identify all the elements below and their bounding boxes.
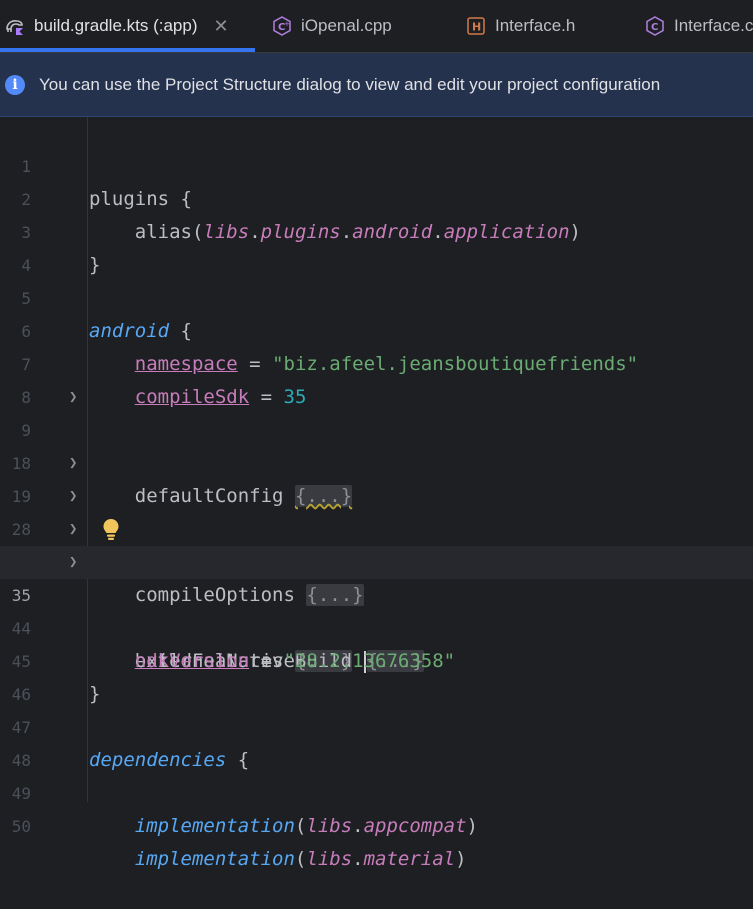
code-text: implementation(libs.material) [134,848,467,870]
code-line: 2 alias(libs.plugins.android.application… [0,150,753,243]
tab-label: iOpenal.cpp [301,16,392,35]
code-line: 32 ❯ buildFeatures {...} [0,513,753,672]
token: appcompat [363,815,467,837]
editor-tab-bar: build.gradle.kts (:app) ✕ C + iOpenal.cp… [0,0,753,53]
code-line: 19 ❯ buildTypes {...} [0,447,753,573]
tab-label: build.gradle.kts (:app) [34,16,198,35]
banner-text: You can use the Project Structure dialog… [39,74,661,94]
tab-label: Interface.h [495,16,576,35]
code-line: 28 ❯ compileOptions {...} [0,480,753,606]
code-line: 47 dependencies { [0,678,753,771]
code-line: 18 [0,414,753,473]
token: libs [306,848,353,870]
lightbulb-icon[interactable] [102,518,120,542]
info-icon: i [5,74,25,95]
current-code-line: 35 ❯ externalNativeBuild {...} [0,546,753,673]
code-text: implementation(libs.appcompat) [134,815,478,837]
tab-build-gradle[interactable]: build.gradle.kts (:app) ✕ [4,0,229,52]
chevron-right-icon[interactable]: ❯ [69,381,77,414]
token: implementation [134,848,295,870]
header-file-icon: H [467,17,485,35]
chevron-right-icon[interactable]: ❯ [69,480,77,513]
code-line: 50 implementation(libs.material) [0,777,753,870]
gradle-kotlin-icon [6,20,24,36]
code-line: 7 compileSdk = 35 [0,315,753,408]
chevron-right-icon[interactable]: ❯ [69,546,77,579]
tab-interface-c[interactable]: C Interface.c [644,0,753,52]
chevron-right-icon[interactable]: ❯ [69,447,77,480]
tab-interface-h[interactable]: H Interface.h [465,0,575,52]
code-line: 4 [0,216,753,275]
svg-text:H: H [472,21,481,34]
code-line: 5 android { [0,249,753,342]
close-icon[interactable]: ✕ [213,16,228,37]
code-line: 3 } [0,183,753,276]
svg-text:C: C [651,22,658,33]
code-line: 44 ndkVersion = "28.2.13676358" [0,579,753,672]
cpp-file-icon: C + [273,16,291,36]
code-line: 9 ❯ defaultConfig {...} [0,381,753,507]
tab-iopenal-cpp[interactable]: C + iOpenal.cpp [271,0,392,52]
code-line: 48 [0,711,753,770]
code-line: 49 implementation(libs.appcompat) [0,744,753,837]
code-line: 46 [0,645,753,704]
info-banner: i You can use the Project Structure dial… [0,53,753,117]
code-line: 6 namespace = "biz.afeel.jeansboutiquefr… [0,282,753,375]
chevron-right-icon[interactable]: ❯ [69,513,77,546]
svg-text:+: + [284,20,290,28]
line-number: 50 [11,817,31,836]
token: material [363,848,456,870]
code-line: 8 [0,348,753,407]
c-file-icon: C [646,16,664,36]
code-editor[interactable]: 1 plugins { 2 alias(libs.plugins.android… [0,117,753,870]
token: implementation [134,815,295,837]
tab-label: Interface.c [674,16,753,35]
active-tab-indicator [0,48,255,52]
token: libs [306,815,353,837]
code-line: 1 plugins { [0,117,753,210]
code-line: 45 } [0,612,753,705]
